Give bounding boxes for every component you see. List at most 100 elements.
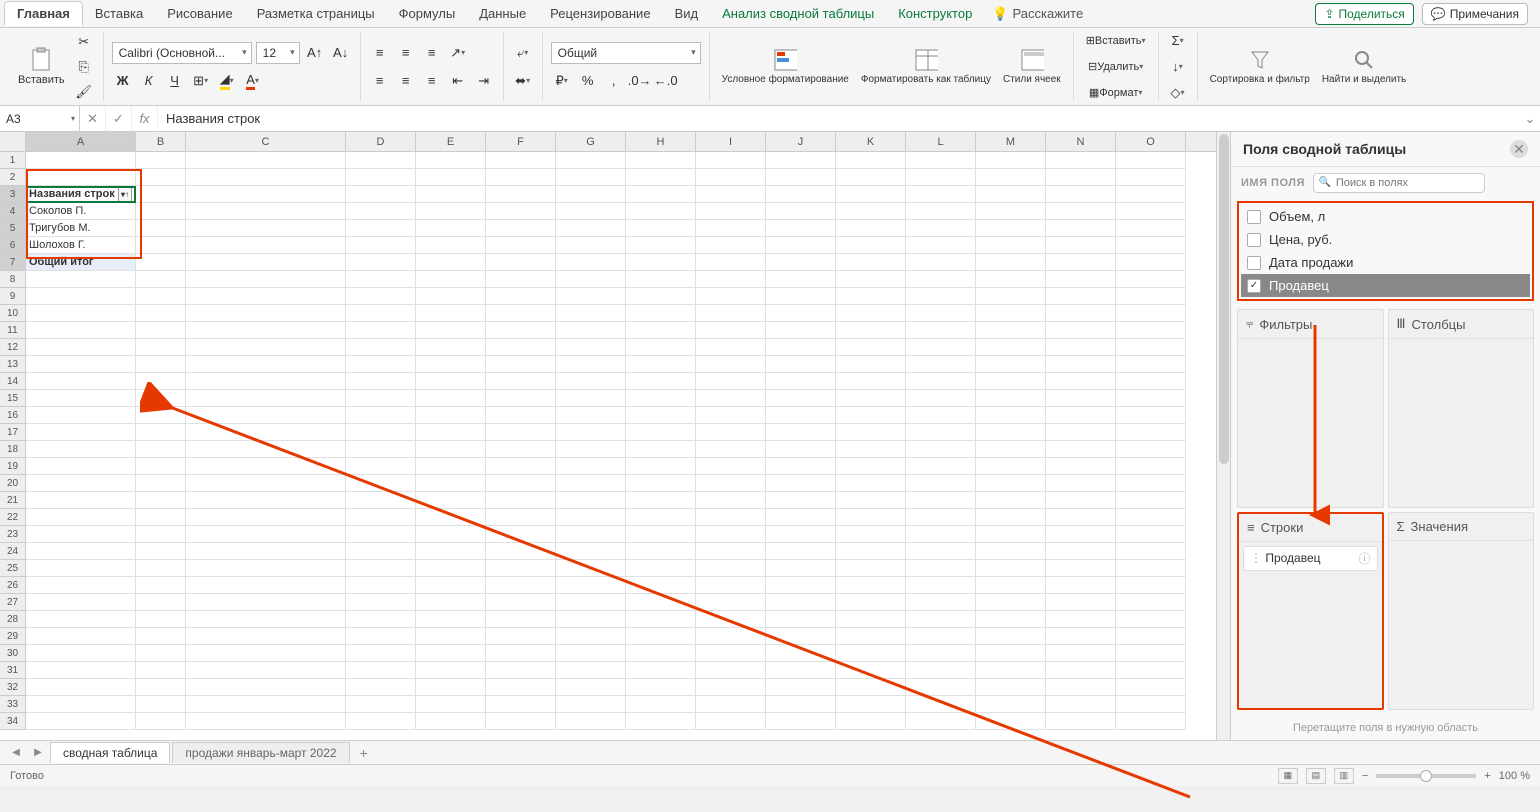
cell[interactable] [1046, 594, 1116, 611]
cell[interactable] [136, 186, 186, 203]
cell[interactable] [766, 339, 836, 356]
cell[interactable] [906, 628, 976, 645]
cell[interactable] [976, 407, 1046, 424]
cell[interactable] [1116, 645, 1186, 662]
copy-button[interactable]: ⎘ [73, 56, 95, 78]
cell[interactable] [836, 152, 906, 169]
wrap-text-button[interactable]: ⤶ [512, 42, 534, 64]
field-price[interactable]: Цена, руб. [1241, 228, 1530, 251]
tab-page-layout[interactable]: Разметка страницы [245, 2, 387, 25]
cell[interactable] [1116, 696, 1186, 713]
italic-button[interactable]: К [138, 70, 160, 92]
cell[interactable] [186, 424, 346, 441]
cell[interactable] [186, 526, 346, 543]
cell[interactable] [696, 679, 766, 696]
cell[interactable] [486, 390, 556, 407]
row-header[interactable]: 22 [0, 509, 26, 526]
cell[interactable] [766, 390, 836, 407]
cell[interactable] [1046, 458, 1116, 475]
cell[interactable] [136, 696, 186, 713]
cell[interactable] [696, 713, 766, 730]
row-header[interactable]: 10 [0, 305, 26, 322]
cell[interactable] [1046, 373, 1116, 390]
row-header[interactable]: 4 [0, 203, 26, 220]
cell[interactable] [486, 492, 556, 509]
values-area[interactable]: ΣЗначения [1388, 512, 1535, 711]
cell[interactable] [1046, 152, 1116, 169]
col-header-D[interactable]: D [346, 132, 416, 151]
cell[interactable] [976, 152, 1046, 169]
row-header[interactable]: 1 [0, 152, 26, 169]
cell[interactable] [836, 288, 906, 305]
cell[interactable] [486, 526, 556, 543]
zoom-thumb[interactable] [1420, 770, 1432, 782]
cell[interactable] [416, 356, 486, 373]
cell[interactable] [486, 458, 556, 475]
cell[interactable] [556, 203, 626, 220]
cell[interactable] [186, 611, 346, 628]
cell[interactable] [766, 441, 836, 458]
cell[interactable] [836, 373, 906, 390]
cell[interactable] [346, 288, 416, 305]
cell[interactable] [906, 526, 976, 543]
cell[interactable] [906, 254, 976, 271]
cell[interactable] [626, 152, 696, 169]
cell[interactable] [836, 203, 906, 220]
cell[interactable] [626, 339, 696, 356]
cell[interactable] [416, 237, 486, 254]
cell[interactable] [836, 390, 906, 407]
cell[interactable] [1046, 611, 1116, 628]
cell[interactable] [836, 305, 906, 322]
insert-cells-button[interactable]: ⊞ Вставить [1082, 30, 1150, 52]
cell[interactable] [136, 628, 186, 645]
cell[interactable] [766, 594, 836, 611]
cell[interactable] [346, 594, 416, 611]
cell[interactable] [626, 679, 696, 696]
cell[interactable] [26, 696, 136, 713]
cell[interactable] [766, 543, 836, 560]
cell[interactable] [186, 203, 346, 220]
cell[interactable] [976, 492, 1046, 509]
cell[interactable] [626, 441, 696, 458]
cell[interactable] [1116, 203, 1186, 220]
cell[interactable] [626, 458, 696, 475]
cell[interactable] [346, 662, 416, 679]
col-header-G[interactable]: G [556, 132, 626, 151]
vertical-scrollbar[interactable] [1216, 132, 1230, 740]
cell[interactable] [1046, 271, 1116, 288]
cell[interactable] [1116, 220, 1186, 237]
cell[interactable] [416, 424, 486, 441]
cell[interactable] [1116, 305, 1186, 322]
cell[interactable] [1116, 458, 1186, 475]
cell[interactable] [26, 271, 136, 288]
cell[interactable] [26, 152, 136, 169]
cell[interactable] [416, 407, 486, 424]
cell[interactable] [1116, 237, 1186, 254]
cell[interactable] [26, 713, 136, 730]
cell[interactable] [416, 305, 486, 322]
cell[interactable] [766, 220, 836, 237]
cell[interactable] [976, 169, 1046, 186]
cell[interactable] [556, 662, 626, 679]
tab-insert[interactable]: Вставка [83, 2, 155, 25]
cond-format-button[interactable]: Условное форматирование [718, 46, 853, 87]
cell[interactable] [766, 169, 836, 186]
cell[interactable] [186, 152, 346, 169]
cell[interactable] [136, 492, 186, 509]
cell[interactable] [626, 390, 696, 407]
cell[interactable] [486, 237, 556, 254]
cell[interactable] [486, 509, 556, 526]
cell[interactable] [136, 203, 186, 220]
cell[interactable] [346, 441, 416, 458]
cell[interactable] [766, 186, 836, 203]
cell[interactable] [976, 611, 1046, 628]
merge-button[interactable]: ⬌ [512, 70, 534, 92]
autosum-button[interactable]: Σ [1167, 30, 1189, 52]
tab-review[interactable]: Рецензирование [538, 2, 662, 25]
cell[interactable] [136, 662, 186, 679]
cell[interactable] [186, 458, 346, 475]
cell[interactable] [1116, 577, 1186, 594]
worksheet[interactable]: ABCDEFGHIJKLMNO 123Названия строк▾↑4Соко… [0, 132, 1216, 740]
cell[interactable] [486, 203, 556, 220]
cell[interactable] [186, 254, 346, 271]
